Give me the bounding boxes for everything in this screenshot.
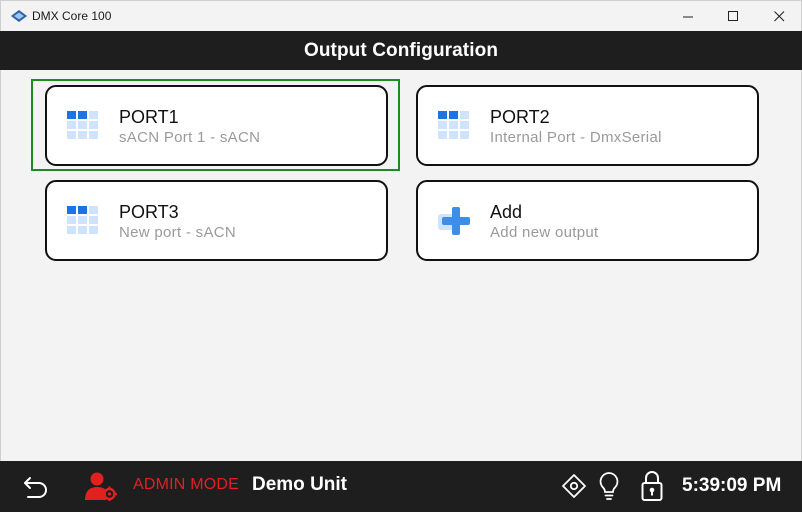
minimize-icon (682, 16, 693, 18)
output-title: PORT2 (490, 107, 550, 127)
app-logo-icon (11, 10, 27, 22)
output-list: PORT1 sACN Port 1 - sACN PORT2 Internal … (0, 70, 802, 461)
window-titlebar: DMX Core 100 (0, 0, 802, 31)
unit-name: Demo Unit (252, 474, 347, 495)
add-output-card[interactable]: Add Add new output (416, 180, 759, 261)
grid-icon (67, 206, 98, 234)
output-subtitle: Internal Port - DmxSerial (490, 129, 662, 146)
admin-mode-label: ADMIN MODE (133, 476, 239, 493)
maximize-button[interactable] (710, 1, 756, 32)
admin-user-icon[interactable] (85, 471, 117, 501)
close-button[interactable] (756, 1, 802, 32)
grid-icon (438, 111, 469, 139)
output-card-port1[interactable]: PORT1 sACN Port 1 - sACN (45, 85, 388, 166)
status-bar: ADMIN MODE Demo Unit 5:39:09 PM (0, 461, 802, 512)
clock: 5:39:09 PM (682, 475, 782, 496)
locate-icon[interactable] (561, 473, 587, 499)
lock-icon[interactable] (640, 470, 664, 502)
output-card-port3[interactable]: PORT3 New port - sACN (45, 180, 388, 261)
grid-icon (67, 111, 98, 139)
lightbulb-icon[interactable] (597, 471, 621, 501)
output-subtitle: sACN Port 1 - sACN (119, 129, 261, 146)
output-subtitle: Add new output (490, 224, 599, 241)
page-title: Output Configuration (303, 39, 499, 61)
output-title: PORT1 (119, 107, 179, 127)
app-header: Output Configuration (0, 31, 802, 70)
output-card-port2[interactable]: PORT2 Internal Port - DmxSerial (416, 85, 759, 166)
back-icon[interactable] (22, 473, 50, 501)
maximize-icon (727, 11, 738, 21)
output-title: PORT3 (119, 202, 179, 222)
output-title: Add (490, 202, 523, 222)
close-icon (773, 11, 784, 22)
window-title: DMX Core 100 (32, 9, 112, 23)
minimize-button[interactable] (665, 1, 711, 32)
output-subtitle: New port - sACN (119, 224, 237, 241)
plus-icon (438, 207, 470, 235)
